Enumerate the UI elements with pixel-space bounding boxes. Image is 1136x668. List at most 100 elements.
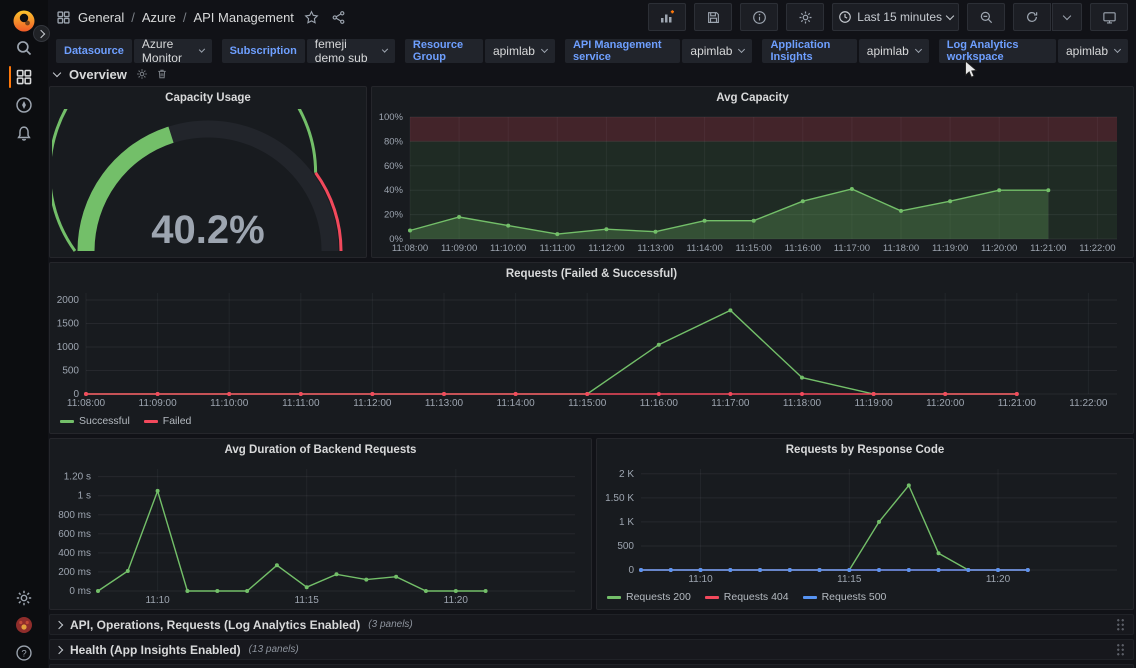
svg-text:11:15: 11:15 (837, 574, 862, 585)
zoom-out-time-button[interactable] (967, 3, 1005, 31)
filter-api-management-service: API Management serviceapimlab (565, 39, 752, 63)
svg-text:40.2%: 40.2% (151, 208, 264, 252)
time-range-picker[interactable]: Last 15 minutes (832, 3, 959, 31)
svg-text:11:16:00: 11:16:00 (785, 243, 821, 254)
svg-text:11:12:00: 11:12:00 (588, 243, 624, 254)
toolbar: Last 15 minutes (648, 3, 1128, 31)
filter-datasource: DatasourceAzure Monitor (56, 39, 212, 63)
row-drag-handle[interactable] (1116, 618, 1125, 631)
row-settings-gear-icon[interactable] (136, 68, 148, 80)
filter-value-dropdown[interactable]: apimlab (485, 39, 555, 63)
share-icon[interactable] (331, 10, 346, 25)
response-code-chart[interactable]: 05001 K1.50 K2 K11:1011:1511:20 (599, 461, 1131, 588)
filter-value-dropdown[interactable]: apimlab (1058, 39, 1128, 63)
search-icon[interactable] (15, 39, 33, 57)
svg-text:11:16:00: 11:16:00 (640, 398, 679, 409)
dashboards-icon[interactable] (15, 68, 33, 86)
refresh-interval-dropdown[interactable] (1052, 3, 1082, 31)
svg-text:0 ms: 0 ms (69, 586, 91, 597)
panel-capacity-usage[interactable]: Capacity Usage 40.2% (49, 86, 367, 258)
svg-text:11:11:00: 11:11:00 (540, 243, 576, 254)
filter-value-dropdown[interactable]: apimlab (859, 39, 929, 63)
row-panel-count: (3 panels) (368, 619, 412, 630)
favorite-star-icon[interactable] (304, 10, 319, 25)
breadcrumb-item[interactable]: General (78, 10, 124, 25)
svg-text:11:17:00: 11:17:00 (834, 243, 870, 254)
row-delete-trash-icon[interactable] (156, 68, 168, 80)
chevron-right-icon (55, 620, 63, 628)
collapsed-row[interactable]: Operations (App Insights Enabled)(9 pane… (49, 664, 1134, 668)
panel-requests[interactable]: Requests (Failed & Successful) 050010001… (49, 262, 1134, 434)
refresh-button[interactable] (1013, 3, 1051, 31)
svg-text:11:19:00: 11:19:00 (855, 398, 894, 409)
svg-text:1 K: 1 K (619, 517, 634, 528)
svg-text:11:09:00: 11:09:00 (441, 243, 477, 254)
add-panel-button[interactable] (648, 3, 686, 31)
save-dashboard-button[interactable] (694, 3, 732, 31)
panel-avg-capacity[interactable]: Avg Capacity 0%20%40%60%80%100%11:08:001… (371, 86, 1134, 258)
filter-label: Log Analytics workspace (939, 39, 1056, 63)
legend-item[interactable]: Successful (60, 415, 130, 427)
svg-text:11:18:00: 11:18:00 (783, 398, 822, 409)
dashboard-insights-button[interactable] (740, 3, 778, 31)
dashboard-grid-icon (56, 10, 71, 25)
svg-text:11:21:00: 11:21:00 (998, 398, 1037, 409)
filter-application-insights: Application Insightsapimlab (762, 39, 928, 63)
row-overview[interactable]: Overview (54, 66, 168, 82)
explore-compass-icon[interactable] (15, 96, 33, 114)
dashboard-settings-button[interactable] (786, 3, 824, 31)
legend-item[interactable]: Requests 200 (607, 591, 691, 603)
svg-text:11:08:00: 11:08:00 (392, 243, 428, 254)
svg-text:11:22:00: 11:22:00 (1079, 243, 1115, 254)
svg-text:11:09:00: 11:09:00 (139, 398, 178, 409)
legend-item[interactable]: Requests 404 (705, 591, 789, 603)
chevron-down-icon (541, 46, 548, 53)
time-range-label: Last 15 minutes (857, 10, 942, 24)
svg-text:11:20:00: 11:20:00 (926, 398, 965, 409)
svg-text:11:08:00: 11:08:00 (67, 398, 106, 409)
collapsed-row[interactable]: API, Operations, Requests (Log Analytics… (49, 614, 1134, 635)
capacity-gauge: 40.2% (52, 109, 364, 257)
svg-text:11:20:00: 11:20:00 (981, 243, 1017, 254)
requests-chart[interactable]: 050010001500200011:08:0011:09:0011:10:00… (52, 285, 1131, 412)
user-avatar[interactable] (15, 616, 33, 634)
panel-title[interactable]: Avg Capacity (372, 87, 1133, 109)
sidebar-expand-button[interactable] (33, 25, 50, 42)
requests-legend: Successful Failed (50, 412, 1133, 433)
breadcrumb-separator: / (183, 10, 187, 25)
filter-label: API Management service (565, 39, 680, 63)
panel-requests-by-response-code[interactable]: Requests by Response Code 05001 K1.50 K2… (596, 438, 1134, 610)
svg-text:11:15:00: 11:15:00 (736, 243, 772, 254)
help-icon[interactable]: ? (15, 644, 33, 662)
grafana-dashboard: ? General/Azure/API Management (0, 0, 1136, 668)
filter-value-dropdown[interactable]: apimlab (682, 39, 752, 63)
row-drag-handle[interactable] (1116, 643, 1125, 656)
breadcrumb-item[interactable]: API Management (193, 10, 293, 25)
panel-title[interactable]: Avg Duration of Backend Requests (50, 439, 591, 461)
panel-title[interactable]: Requests (Failed & Successful) (50, 263, 1133, 285)
configuration-gear-icon[interactable] (15, 589, 33, 607)
legend-item[interactable]: Failed (144, 415, 192, 427)
chevron-down-icon (738, 46, 745, 53)
breadcrumb-item[interactable]: Azure (142, 10, 176, 25)
row-title: API, Operations, Requests (Log Analytics… (70, 618, 360, 632)
svg-text:11:10:00: 11:10:00 (210, 398, 249, 409)
legend-item[interactable]: Requests 500 (803, 591, 887, 603)
avg-duration-chart[interactable]: 0 ms200 ms400 ms600 ms800 ms1 s1.20 s11:… (52, 461, 589, 609)
chevron-right-icon (55, 645, 63, 653)
avg-capacity-chart[interactable]: 0%20%40%60%80%100%11:08:0011:09:0011:10:… (374, 109, 1131, 257)
panel-title[interactable]: Requests by Response Code (597, 439, 1133, 461)
panel-title[interactable]: Capacity Usage (50, 87, 366, 109)
row-title: Overview (69, 67, 127, 82)
filter-value-dropdown[interactable]: Azure Monitor (134, 39, 212, 63)
panel-avg-duration[interactable]: Avg Duration of Backend Requests 0 ms200… (49, 438, 592, 610)
svg-text:?: ? (21, 648, 26, 659)
legend-swatch (607, 596, 621, 599)
filter-value-dropdown[interactable]: femeji demo sub (307, 39, 395, 63)
alerting-bell-icon[interactable] (15, 124, 33, 142)
collapsed-row[interactable]: Health (App Insights Enabled)(13 panels) (49, 639, 1134, 660)
refresh-group (1013, 3, 1082, 31)
cycle-view-mode-button[interactable] (1090, 3, 1128, 31)
chevron-down-icon (946, 11, 954, 19)
svg-text:11:15:00: 11:15:00 (568, 398, 607, 409)
